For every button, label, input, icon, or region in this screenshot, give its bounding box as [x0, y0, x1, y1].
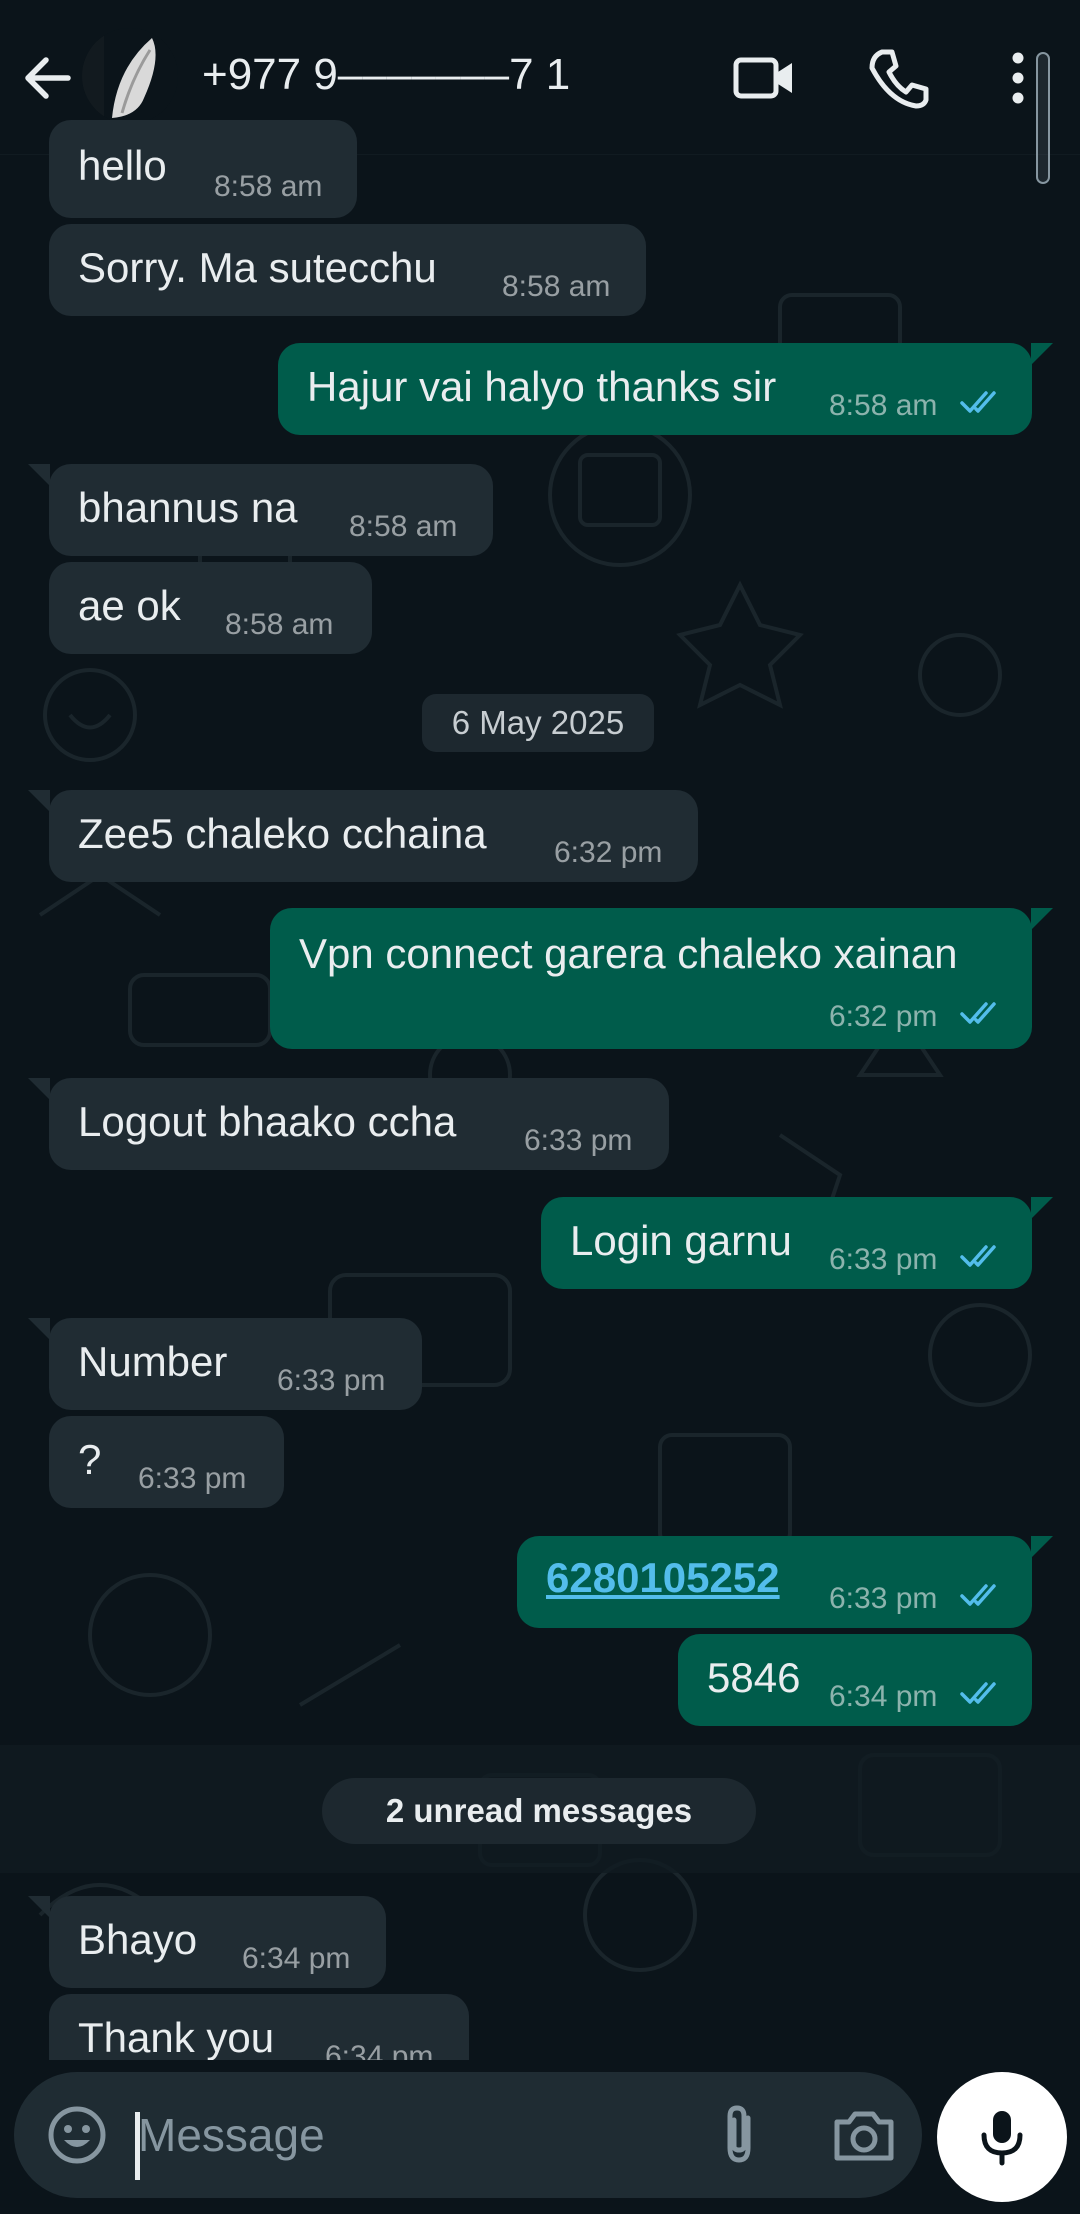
message-text: Bhayo: [78, 1916, 198, 1963]
video-call-icon[interactable]: [732, 46, 796, 110]
message-incoming[interactable]: bhannus na 8:58 am: [49, 464, 493, 556]
message-text: ae ok: [78, 582, 181, 629]
read-receipt-icon: [960, 1682, 996, 1704]
message-clip: Thank you 6:34 pm: [0, 1994, 1080, 2060]
contact-name[interactable]: +977 9–––––––7 1: [202, 50, 570, 100]
message-time: 6:34 pm: [242, 1942, 351, 1975]
read-receipt-icon: [960, 1584, 996, 1606]
message-time: 6:33 pm: [524, 1124, 633, 1157]
message-outgoing[interactable]: Vpn connect garera chaleko xainan 6:32 p…: [270, 908, 1032, 1049]
message-text: bhannus na: [78, 484, 298, 531]
phone-number-link[interactable]: 6280105252: [546, 1554, 780, 1602]
message-outgoing[interactable]: 6280105252 6:33 pm: [517, 1536, 1032, 1628]
mic-button[interactable]: [937, 2072, 1067, 2202]
unread-messages-banner: 2 unread messages: [322, 1778, 756, 1844]
emoji-icon[interactable]: [44, 2102, 110, 2168]
message-time: 6:32 pm: [829, 1000, 938, 1033]
message-incoming[interactable]: Number 6:33 pm: [49, 1318, 422, 1410]
bubble-tail: [28, 464, 50, 486]
camera-icon[interactable]: [829, 2100, 899, 2170]
message-time: 8:58 am: [225, 608, 334, 641]
message-time: 8:58 am: [349, 510, 458, 543]
bubble-tail: [1031, 1536, 1053, 1558]
message-text: Vpn connect garera chaleko xainan: [299, 930, 958, 977]
message-time: 8:58 am: [214, 170, 323, 203]
message-incoming[interactable]: ae ok 8:58 am: [49, 562, 372, 654]
message-text: Zee5 chaleko cchaina: [78, 810, 487, 857]
message-text: Sorry. Ma sutecchu: [78, 244, 437, 291]
message-text: 5846: [707, 1654, 801, 1701]
message-time: 6:34 pm: [325, 2040, 434, 2060]
date-separator: 6 May 2025: [422, 694, 654, 752]
message-time: 6:33 pm: [277, 1364, 386, 1397]
message-incoming[interactable]: hello 8:58 am: [49, 120, 357, 218]
read-receipt-icon: [960, 1245, 996, 1267]
message-outgoing[interactable]: Hajur vai halyo thanks sir 8:58 am: [278, 343, 1032, 435]
bubble-tail: [28, 1078, 50, 1100]
message-text: Login garnu: [570, 1217, 792, 1264]
message-incoming[interactable]: Bhayo 6:34 pm: [49, 1896, 386, 1988]
message-time: 6:32 pm: [554, 836, 663, 869]
message-time: 6:34 pm: [829, 1680, 938, 1713]
message-incoming[interactable]: Thank you 6:34 pm: [49, 1994, 469, 2060]
read-receipt-icon: [960, 391, 996, 413]
bubble-tail: [28, 790, 50, 812]
read-receipt-icon: [960, 1002, 996, 1024]
message-incoming[interactable]: Logout bhaako ccha 6:33 pm: [49, 1078, 669, 1170]
bubble-tail: [1031, 1197, 1053, 1219]
phone-icon[interactable]: [866, 46, 930, 110]
message-time: 8:58 am: [502, 270, 611, 303]
mic-icon: [981, 2111, 1023, 2166]
message-input[interactable]: [138, 2094, 698, 2176]
message-time: 8:58 am: [829, 389, 938, 422]
bubble-tail: [1031, 343, 1053, 365]
scrollbar-thumb[interactable]: [1036, 52, 1050, 184]
message-time: 6:33 pm: [829, 1243, 938, 1276]
message-time: 6:33 pm: [138, 1462, 247, 1495]
message-composer: [14, 2072, 922, 2198]
message-text: Logout bhaako ccha: [78, 1098, 457, 1145]
bubble-tail: [1031, 908, 1053, 930]
message-incoming[interactable]: Zee5 chaleko cchaina 6:32 pm: [49, 790, 698, 882]
message-text: Hajur vai halyo thanks sir: [307, 363, 777, 410]
message-time: 6:33 pm: [829, 1582, 938, 1615]
message-text: hello: [78, 142, 167, 189]
message-incoming[interactable]: Sorry. Ma sutecchu 8:58 am: [49, 224, 646, 316]
bubble-tail: [28, 1318, 50, 1340]
message-incoming[interactable]: ? 6:33 pm: [49, 1416, 284, 1508]
message-text: ?: [78, 1436, 102, 1483]
message-text: Thank you: [78, 2014, 275, 2060]
message-text: Number: [78, 1338, 228, 1385]
avatar[interactable]: [82, 28, 178, 124]
bubble-tail: [28, 1896, 50, 1918]
message-outgoing[interactable]: 5846 6:34 pm: [678, 1634, 1032, 1726]
message-outgoing[interactable]: Login garnu 6:33 pm: [541, 1197, 1032, 1289]
attach-icon[interactable]: [704, 2100, 774, 2170]
back-arrow-icon[interactable]: [20, 50, 76, 106]
